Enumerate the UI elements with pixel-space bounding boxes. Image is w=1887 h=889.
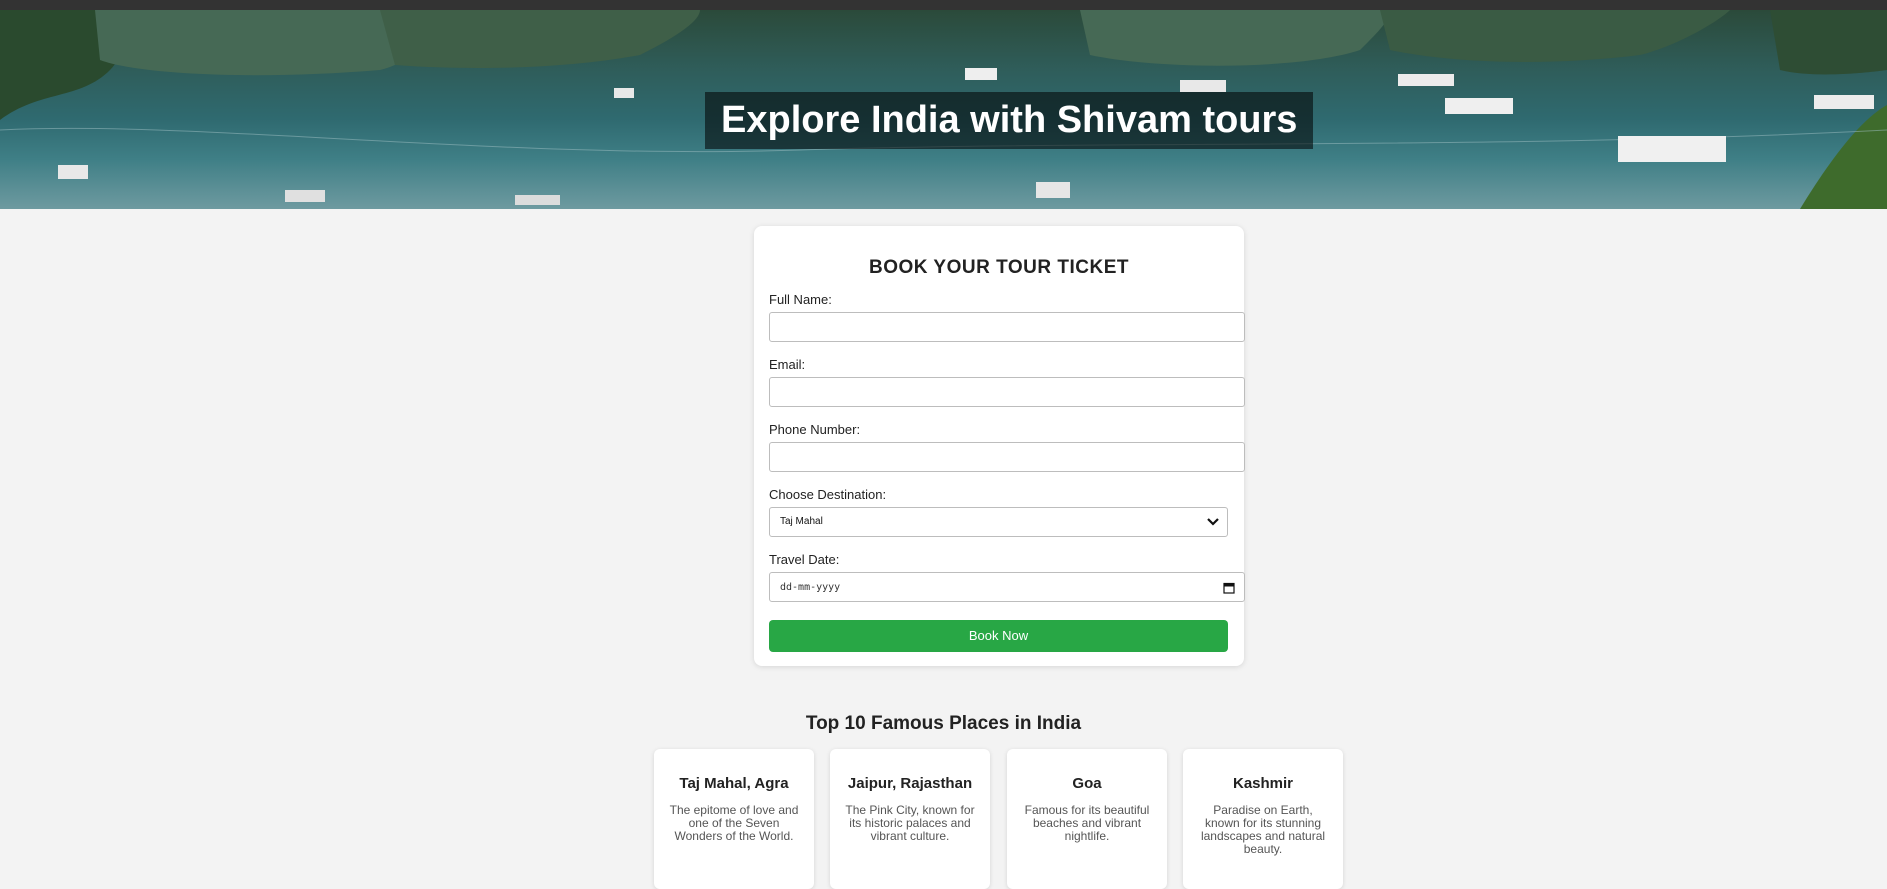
place-name: Goa <box>1072 775 1102 792</box>
place-name: Jaipur, Rajasthan <box>847 775 973 792</box>
book-now-button[interactable]: Book Now <box>769 620 1228 652</box>
places-section-title: Top 10 Famous Places in India <box>805 713 1082 734</box>
travel-date-input[interactable]: dd-mm-yyyy <box>769 572 1245 602</box>
phone-input[interactable] <box>769 442 1245 472</box>
place-name: Kashmir <box>1232 775 1294 792</box>
destination-value: Taj Mahal <box>780 516 823 527</box>
place-card: Goa Famous for its beautiful beaches and… <box>1007 749 1167 889</box>
place-description: The Pink City, known for its historic pa… <box>845 803 975 843</box>
calendar-icon[interactable] <box>1223 582 1235 594</box>
travel-date-label: Travel Date: <box>769 552 840 567</box>
place-description: Paradise on Earth, known for its stunnin… <box>1200 803 1326 856</box>
destination-select[interactable]: Taj Mahal <box>769 507 1228 537</box>
full-name-label: Full Name: <box>769 292 832 307</box>
place-name: Taj Mahal, Agra <box>679 775 789 792</box>
phone-label: Phone Number: <box>769 422 861 437</box>
place-card: Taj Mahal, Agra The epitome of love and … <box>654 749 814 889</box>
travel-date-placeholder: dd-mm-yyyy <box>780 582 841 593</box>
top-bar <box>0 0 1887 10</box>
destination-label: Choose Destination: <box>769 487 887 502</box>
chevron-down-icon <box>1207 518 1219 526</box>
form-title: BOOK YOUR TOUR TICKET <box>869 257 1129 278</box>
email-label: Email: <box>769 357 806 372</box>
hero-banner: Explore India with Shivam tours <box>0 10 1887 209</box>
booking-form: BOOK YOUR TOUR TICKET Full Name: Email: … <box>754 226 1245 666</box>
email-input[interactable] <box>769 377 1245 407</box>
place-card: Kashmir Paradise on Earth, known for its… <box>1183 749 1343 889</box>
place-card: Jaipur, Rajasthan The Pink City, known f… <box>830 749 990 889</box>
place-description: The epitome of love and one of the Seven… <box>669 803 799 843</box>
full-name-input[interactable] <box>769 312 1245 342</box>
hero-title: Explore India with Shivam tours <box>705 92 1314 149</box>
place-description: Famous for its beautiful beaches and vib… <box>1024 803 1150 843</box>
